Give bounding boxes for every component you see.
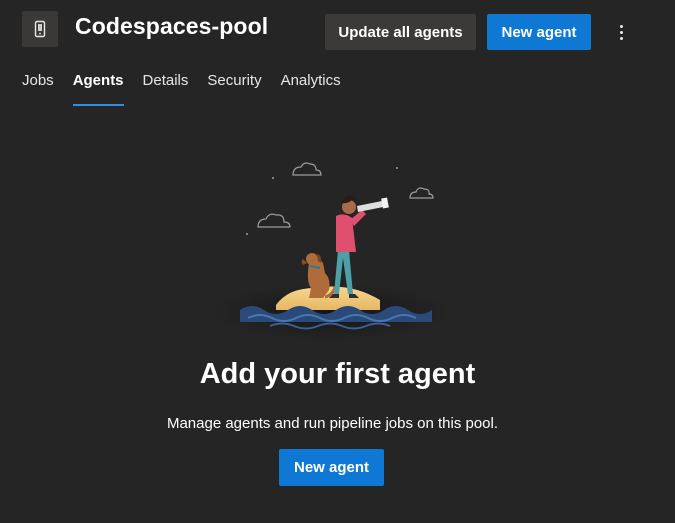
page-title: Codespaces-pool — [75, 13, 269, 39]
device-pool-icon — [22, 11, 58, 47]
empty-state-description: Manage agents and run pipeline jobs on t… — [166, 415, 499, 432]
tab-analytics[interactable]: Analytics — [281, 72, 341, 106]
empty-state-title: Add your first agent — [199, 358, 476, 390]
tab-bar: Jobs Agents Details Security Analytics — [22, 72, 341, 106]
empty-state-new-agent-button[interactable]: New agent — [279, 449, 384, 486]
update-all-agents-button[interactable]: Update all agents — [325, 14, 476, 50]
empty-state-illustration — [200, 150, 470, 340]
tab-security[interactable]: Security — [207, 72, 261, 106]
tab-details[interactable]: Details — [143, 72, 189, 106]
page-header: Codespaces-pool Update all agents New ag… — [0, 0, 675, 62]
new-agent-button[interactable]: New agent — [487, 14, 591, 50]
tab-agents[interactable]: Agents — [72, 72, 124, 106]
more-vertical-icon[interactable] — [608, 18, 634, 46]
tab-jobs[interactable]: Jobs — [22, 72, 54, 106]
